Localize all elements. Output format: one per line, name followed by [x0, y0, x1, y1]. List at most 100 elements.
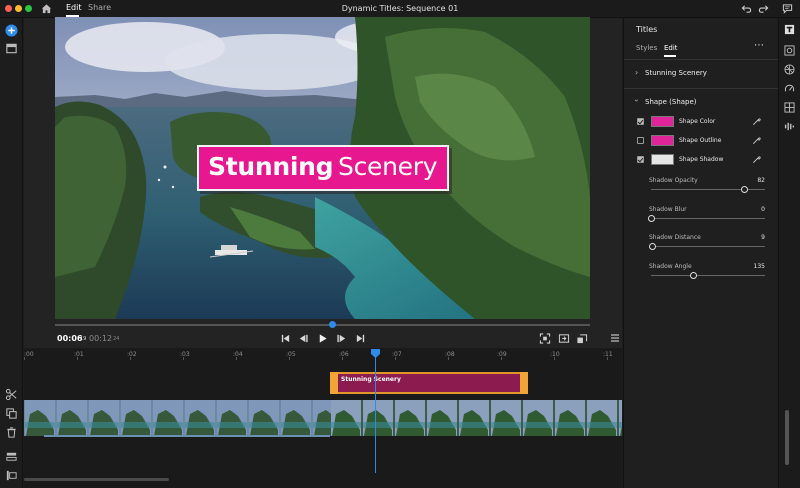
shadow-distance-value[interactable]: 9 — [761, 234, 765, 241]
zoom-level-icon[interactable] — [576, 333, 588, 344]
ruler-tick — [130, 357, 131, 360]
shadow-angle-slider[interactable] — [651, 275, 765, 276]
color-panel-icon[interactable] — [784, 45, 795, 56]
audio-panel-icon[interactable] — [784, 121, 795, 132]
total-timecode: 00:12 — [89, 334, 113, 343]
ruler-tick — [501, 357, 502, 360]
section-title-layer[interactable]: Stunning Scenery — [645, 69, 707, 77]
clip-thumbnails — [24, 400, 622, 436]
shadow-distance-label: Shadow Distance — [649, 234, 701, 241]
title-clip-label: Stunning Scenery — [341, 376, 401, 383]
titles-panel-icon[interactable] — [784, 24, 795, 35]
chevron-right-icon[interactable]: › — [635, 68, 638, 77]
redo-icon[interactable] — [758, 3, 769, 14]
safe-margins-icon[interactable] — [558, 333, 570, 344]
skip-to-start-icon[interactable] — [280, 333, 291, 344]
section-title-shape[interactable]: Shape (Shape) — [645, 98, 697, 106]
speed-panel-icon[interactable] — [784, 83, 795, 94]
add-media-icon[interactable] — [5, 24, 18, 37]
playhead[interactable] — [375, 353, 376, 473]
shadow-opacity-label: Shadow Opacity — [649, 177, 698, 184]
fit-frame-icon[interactable] — [539, 333, 551, 344]
panel-title: Titles — [636, 25, 658, 34]
feedback-icon[interactable] — [782, 3, 793, 14]
title-clip[interactable]: Stunning Scenery — [330, 372, 528, 394]
shadow-distance-slider[interactable] — [651, 246, 765, 247]
ruler-tick — [236, 357, 237, 360]
shadow-opacity-thumb[interactable] — [741, 186, 749, 193]
shadow-blur-label: Shadow Blur — [649, 206, 687, 213]
ruler-tick-label: :04 — [233, 351, 243, 358]
shadow-blur-value[interactable]: 0 — [761, 206, 765, 213]
delete-icon[interactable] — [5, 426, 18, 439]
shadow-blur-slider[interactable] — [651, 218, 765, 219]
ruler-tick — [77, 357, 78, 360]
current-timecode-frames: 19 — [80, 336, 87, 342]
more-options-icon[interactable]: ⋯ — [754, 40, 764, 51]
shape-outline-swatch[interactable] — [651, 135, 674, 146]
shadow-angle-thumb[interactable] — [690, 272, 698, 279]
ruler-tick-label: :00 — [24, 351, 34, 358]
ruler-tick — [607, 357, 608, 360]
ruler-tick — [183, 357, 184, 360]
playback-scrubber[interactable] — [55, 324, 590, 326]
panel-scrollbar[interactable] — [785, 410, 789, 465]
panel-divider — [624, 59, 778, 60]
play-icon[interactable] — [317, 333, 328, 344]
panel-divider — [624, 88, 778, 89]
eyedropper-icon[interactable] — [752, 117, 761, 126]
shape-shadow-swatch[interactable] — [651, 154, 674, 165]
undo-icon[interactable] — [741, 3, 752, 14]
ruler-tick-label: :07 — [392, 351, 402, 358]
shape-outline-checkbox[interactable] — [637, 137, 644, 144]
current-timecode: 00:06 — [57, 334, 83, 343]
ruler-tick-label: :05 — [286, 351, 296, 358]
skip-to-end-icon[interactable] — [355, 333, 366, 344]
shadow-distance-thumb[interactable] — [649, 243, 657, 250]
tab-styles[interactable]: Styles — [636, 44, 657, 52]
title-light-text: Scenery — [338, 152, 438, 181]
chevron-down-icon[interactable]: › — [632, 99, 641, 102]
title-overlay[interactable]: Stunning Scenery — [197, 145, 449, 191]
video-clip-track[interactable] — [24, 400, 622, 436]
selected-clip-indicator — [44, 435, 330, 437]
shadow-opacity-value[interactable]: 82 — [757, 177, 765, 184]
transform-panel-icon[interactable] — [784, 102, 795, 113]
scrubber-handle[interactable] — [329, 321, 336, 328]
eyedropper-icon[interactable] — [752, 136, 761, 145]
shadow-angle-label: Shadow Angle — [649, 263, 692, 270]
left-tool-rail — [0, 18, 23, 488]
panel-tab-underline — [664, 55, 676, 57]
effects-panel-icon[interactable] — [784, 64, 795, 75]
step-back-icon[interactable] — [298, 333, 309, 344]
eyedropper-icon[interactable] — [752, 155, 761, 164]
tab-edit-panel[interactable]: Edit — [664, 44, 678, 52]
shadow-angle-value[interactable]: 135 — [754, 263, 765, 270]
shape-shadow-checkbox[interactable] — [637, 156, 644, 163]
duplicate-icon[interactable] — [5, 407, 18, 420]
total-timecode-frames: 24 — [113, 336, 120, 342]
titles-panel: Titles Styles Edit ⋯ › Stunning Scenery … — [623, 18, 778, 488]
shape-color-checkbox[interactable] — [637, 118, 644, 125]
clip-trim-handle-left[interactable] — [330, 372, 338, 394]
split-clip-icon[interactable] — [5, 388, 18, 401]
audio-track-icon[interactable] — [5, 469, 18, 482]
shadow-blur-thumb[interactable] — [648, 215, 655, 222]
timeline-scrollbar[interactable] — [24, 478, 169, 481]
track-view-icon[interactable] — [5, 450, 18, 463]
shape-color-swatch[interactable] — [651, 116, 674, 127]
top-bar: Edit Share Dynamic Titles: Sequence 01 — [0, 0, 800, 18]
ruler-tick — [342, 357, 343, 360]
shape-shadow-label: Shape Shadow — [679, 156, 724, 163]
document-title: Dynamic Titles: Sequence 01 — [341, 4, 459, 13]
ruler-tick-label: :01 — [74, 351, 84, 358]
title-bold-text: Stunning — [208, 152, 334, 181]
timeline-menu-icon[interactable] — [610, 333, 620, 343]
media-library-icon[interactable] — [5, 42, 18, 55]
step-forward-icon[interactable] — [336, 333, 347, 344]
clip-trim-handle-right[interactable] — [520, 372, 528, 394]
shape-outline-label: Shape Outline — [679, 137, 722, 144]
panel-switcher-rail — [778, 18, 800, 488]
ruler-tick-label: :02 — [127, 351, 137, 358]
shape-color-label: Shape Color — [679, 118, 716, 125]
